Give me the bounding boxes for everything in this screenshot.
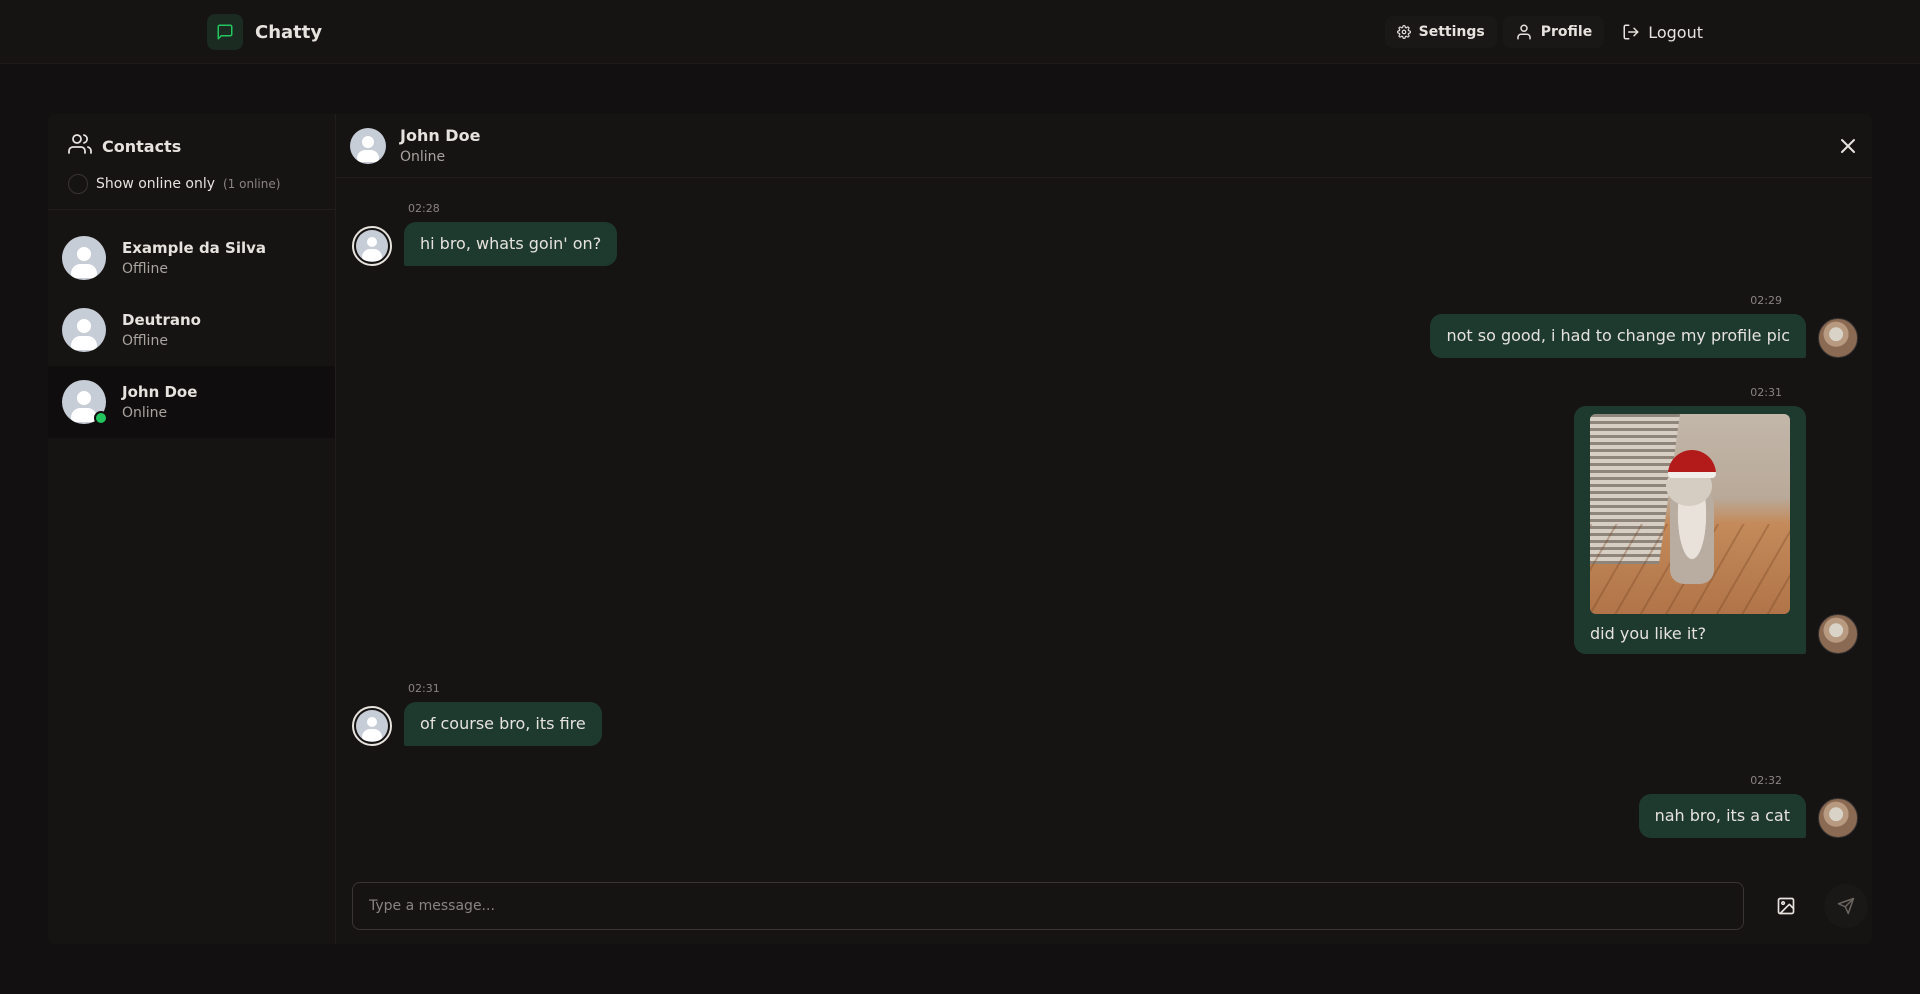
message-bubble: hi bro, whats goin' on?: [404, 222, 618, 266]
settings-button[interactable]: Settings: [1384, 16, 1497, 48]
chat-panel: John Doe Online 02:28 hi bro, whats goin…: [336, 114, 1872, 944]
message-square-icon: [207, 14, 243, 50]
avatar: [62, 308, 106, 352]
users-icon: [68, 132, 92, 160]
avatar: [350, 127, 386, 164]
message-time: 02:31: [1750, 386, 1782, 399]
contact-name: Deutrano: [122, 311, 201, 329]
contact-name: John Doe: [122, 383, 198, 401]
contact-item[interactable]: Deutrano Offline: [48, 294, 335, 366]
sidebar-header: Contacts Show online only (1 online): [48, 114, 335, 210]
logout-label: Logout: [1648, 22, 1703, 42]
contacts-title-label: Contacts: [102, 136, 182, 156]
own-avatar: [1818, 318, 1858, 358]
message-time: 02:32: [1750, 774, 1782, 787]
message-bubble: nah bro, its a cat: [1638, 794, 1806, 838]
image-message-bubble: did you like it?: [1574, 406, 1806, 654]
contacts-sidebar: Contacts Show online only (1 online) Exa…: [48, 114, 336, 944]
profile-label: Profile: [1540, 24, 1593, 40]
message-bubble: not so good, i had to change my profile …: [1430, 314, 1806, 358]
online-only-label: Show online only: [96, 176, 215, 192]
message-list: 02:28 hi bro, whats goin' on? 02:29 not …: [336, 178, 1872, 878]
chat-contact-status: Online: [400, 149, 446, 165]
message-avatar: [352, 706, 392, 746]
contact-status: Offline: [122, 333, 168, 349]
contact-item-selected[interactable]: John Doe Online: [48, 366, 335, 438]
cat-photo[interactable]: [1590, 414, 1790, 614]
brand[interactable]: Chatty: [207, 13, 322, 51]
avatar: [356, 710, 388, 742]
avatar: [356, 230, 388, 262]
chat-contact-name: John Doe: [400, 126, 481, 145]
contact-status: Online: [122, 405, 168, 421]
chat-container: Contacts Show online only (1 online) Exa…: [48, 114, 1872, 944]
message-bubble: of course bro, its fire: [404, 702, 602, 746]
message-avatar: [352, 226, 392, 266]
online-indicator: [94, 411, 108, 425]
gear-icon: [1396, 25, 1411, 39]
avatar: [62, 236, 106, 280]
send-icon[interactable]: [1824, 884, 1868, 928]
online-only-checkbox[interactable]: [68, 174, 88, 194]
user-icon: [1515, 23, 1533, 41]
navbar: Chatty Settings Profile Logout: [0, 0, 1920, 64]
online-count: (1 online): [223, 177, 281, 191]
message-time: 02:31: [408, 682, 440, 695]
profile-button[interactable]: Profile: [1502, 16, 1605, 48]
logout-button[interactable]: Logout: [1610, 16, 1715, 48]
close-icon[interactable]: [1836, 134, 1860, 158]
image-caption: did you like it?: [1590, 624, 1707, 643]
contact-item[interactable]: Example da Silva Offline: [48, 222, 335, 294]
image-icon[interactable]: [1764, 884, 1808, 928]
contact-name: Example da Silva: [122, 239, 267, 257]
nav-actions: Settings Profile Logout: [1384, 16, 1715, 48]
own-avatar: [1818, 798, 1858, 838]
contact-status: Offline: [122, 261, 168, 277]
settings-label: Settings: [1418, 24, 1485, 40]
message-time: 02:28: [408, 202, 440, 215]
logout-icon: [1622, 23, 1640, 41]
contacts-title: Contacts: [68, 132, 315, 160]
message-time: 02:29: [1750, 294, 1782, 307]
online-only-filter[interactable]: Show online only (1 online): [68, 174, 315, 194]
own-avatar: [1818, 614, 1858, 654]
chat-header: John Doe Online: [336, 114, 1872, 178]
app-title: Chatty: [255, 21, 323, 43]
contact-list: Example da Silva Offline Deutrano Offlin…: [48, 210, 335, 438]
message-input-bar: [352, 882, 1872, 930]
message-input[interactable]: [352, 882, 1744, 930]
